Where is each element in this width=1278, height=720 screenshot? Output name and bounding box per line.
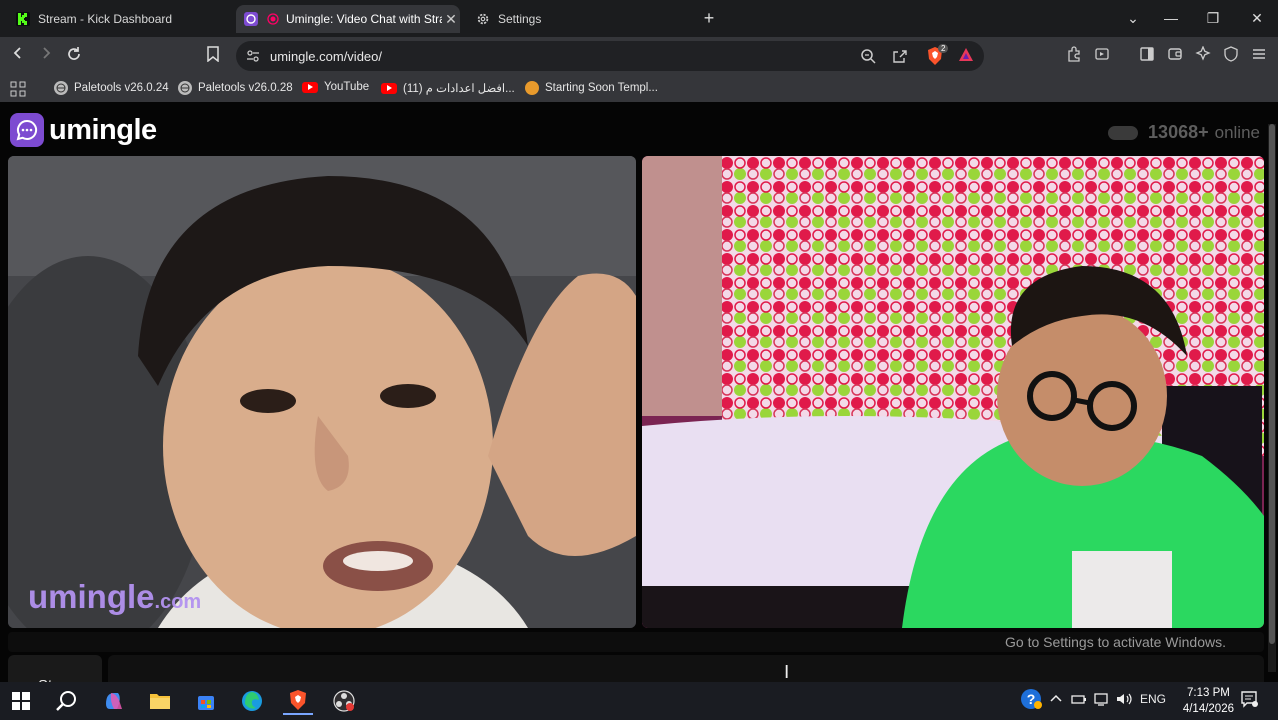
clock[interactable]: 7:13 PM 4/14/2026 <box>1183 685 1234 717</box>
umingle-chat-icon <box>244 12 258 26</box>
bookmark-label: YouTube <box>324 81 370 93</box>
tab-title: Stream - Kick Dashboard <box>38 12 173 26</box>
share-icon[interactable] <box>892 48 908 69</box>
help-icon[interactable]: ? <box>1020 688 1042 713</box>
watermark-text: umingle <box>28 578 155 615</box>
kick-icon <box>16 12 30 26</box>
gear-icon <box>476 12 490 26</box>
brave-rewards-icon[interactable] <box>958 47 974 68</box>
windows-start-button[interactable] <box>6 687 36 715</box>
umingle-watermark: umingle.com <box>28 578 201 616</box>
globe-icon <box>54 81 68 95</box>
clock-time: 7:13 PM <box>1187 687 1230 699</box>
tab-title: Settings <box>498 12 542 26</box>
tab-title: Umingle: Video Chat with Strangers <box>286 12 442 26</box>
menu-icon[interactable] <box>1249 46 1269 66</box>
tray-chevron-up-icon[interactable] <box>1050 692 1062 707</box>
bookmark-youtube[interactable]: YouTube <box>302 81 369 93</box>
close-tab-icon[interactable]: ✕ <box>442 11 460 28</box>
self-camera-video <box>642 156 1264 628</box>
bookmarks-bar: Paletools v26.0.24 Paletools v26.0.28 Yo… <box>0 76 1278 102</box>
zoom-icon[interactable] <box>860 48 876 69</box>
restore-button[interactable]: ❐ <box>1203 8 1223 28</box>
svg-text:?: ? <box>1027 691 1036 707</box>
file-explorer-icon[interactable] <box>145 687 175 715</box>
bookmark-label: Paletools v26.0.24 <box>74 82 169 94</box>
forward-button[interactable] <box>36 46 56 66</box>
brave-taskbar-icon[interactable] <box>283 687 313 715</box>
leo-ai-icon[interactable] <box>1193 45 1213 66</box>
close-window-button[interactable]: ✕ <box>1247 8 1267 28</box>
online-label: online <box>1214 122 1260 142</box>
search-icon[interactable] <box>52 687 82 715</box>
self-video-frame <box>642 156 1264 628</box>
umingle-page: umingle 13068+ online umingle.com Go to … <box>0 102 1278 695</box>
online-toggle[interactable] <box>1108 125 1139 140</box>
youtube-icon <box>302 81 318 93</box>
chat-bubble-icon <box>10 113 44 147</box>
tab-strip: Stream - Kick Dashboard Umingle: Video C… <box>0 0 1278 37</box>
scrollbar-thumb[interactable] <box>1269 124 1275 644</box>
stranger-video: umingle.com <box>8 156 636 628</box>
address-bar[interactable]: umingle.com/video/ 2 <box>236 41 984 71</box>
windows-taskbar: ? ENG 7:13 PM 4/14/2026 <box>0 682 1278 720</box>
tab-umingle[interactable]: Umingle: Video Chat with Strangers ✕ <box>236 5 460 33</box>
page-scrollbar[interactable] <box>1268 124 1276 672</box>
site-info-icon[interactable] <box>246 49 260 68</box>
url-text: umingle.com/video/ <box>270 49 382 64</box>
bookmark-paletools-1[interactable]: Paletools v26.0.24 <box>54 81 169 95</box>
bookmark-paletools-2[interactable]: Paletools v26.0.28 <box>178 81 293 95</box>
media-controls-icon[interactable] <box>1092 46 1112 66</box>
extensions-icon[interactable] <box>1064 46 1084 66</box>
tab-search-chevron-icon[interactable]: ⌄ <box>1123 8 1143 28</box>
watermark-suffix: .com <box>154 591 202 613</box>
online-indicator: 13068+ online <box>1108 122 1260 143</box>
bookmark-label: (11) افضل اعدادات م... <box>403 83 515 95</box>
stranger-video-frame <box>8 156 636 628</box>
bookmark-label: Paletools v26.0.28 <box>198 82 293 94</box>
globe-icon <box>178 81 192 95</box>
text-cursor-icon: I <box>784 662 790 683</box>
umingle-logo[interactable]: umingle <box>10 112 157 148</box>
online-count: 13068+ <box>1148 122 1209 142</box>
bookmark-starting-soon[interactable]: Starting Soon Templ... <box>525 81 658 95</box>
new-tab-button[interactable]: + <box>699 8 719 28</box>
youtube-icon <box>381 82 397 94</box>
bookmark-label: Starting Soon Templ... <box>545 82 658 94</box>
sidebar-icon[interactable] <box>1137 46 1157 66</box>
language-indicator[interactable]: ENG <box>1140 692 1166 706</box>
volume-icon[interactable] <box>1116 692 1132 709</box>
wallet-icon[interactable] <box>1165 46 1185 66</box>
activate-windows-watermark: Go to Settings to activate Windows. <box>1005 634 1226 650</box>
recording-icon <box>266 12 280 26</box>
power-plug-icon[interactable] <box>1071 692 1087 709</box>
microsoft-store-icon[interactable] <box>191 687 221 715</box>
tab-kick-dashboard[interactable]: Stream - Kick Dashboard <box>8 5 232 33</box>
logo-text: umingle <box>49 113 157 146</box>
shield-count-badge: 2 <box>938 44 949 53</box>
edge-icon[interactable] <box>237 687 267 715</box>
bookmark-icon[interactable] <box>203 46 223 66</box>
clock-date: 4/14/2026 <box>1182 703 1234 715</box>
site-icon <box>525 81 539 95</box>
minimize-button[interactable]: — <box>1161 8 1181 28</box>
reload-button[interactable] <box>64 46 84 66</box>
bookmark-youtube-video[interactable]: (11) افضل اعدادات م... <box>381 81 515 95</box>
vpn-shield-icon[interactable] <box>1221 46 1241 66</box>
copilot-icon[interactable] <box>99 687 129 715</box>
notification-center-icon[interactable] <box>1240 690 1258 711</box>
tab-settings[interactable]: Settings <box>472 5 692 33</box>
navigation-bar: umingle.com/video/ 2 <box>0 37 1278 76</box>
apps-grid-icon[interactable] <box>10 81 26 102</box>
back-button[interactable] <box>8 46 28 66</box>
obs-icon[interactable] <box>329 687 359 715</box>
network-icon[interactable] <box>1094 692 1110 709</box>
